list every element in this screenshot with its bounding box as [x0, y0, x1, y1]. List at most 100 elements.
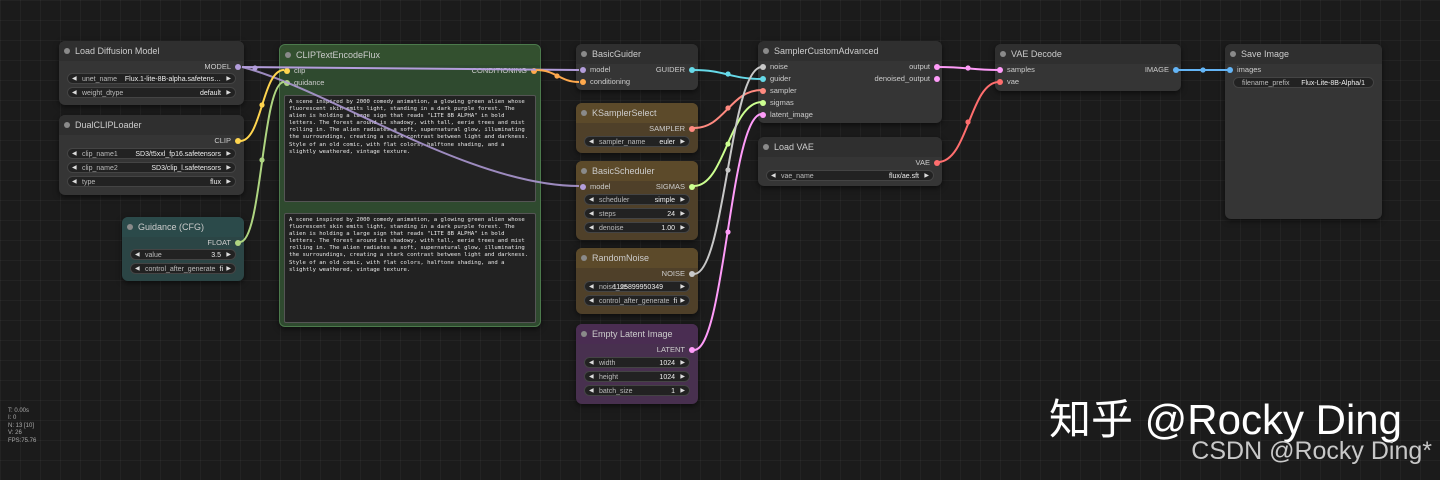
- node-random-noise[interactable]: RandomNoise NOISE ◀ noise_se 1125899950349…: [576, 248, 698, 314]
- node-save-image[interactable]: Save Image images filename_prefix Flux-Li…: [1225, 44, 1382, 219]
- collapse-dot-icon[interactable]: [581, 110, 587, 116]
- arrow-right-icon[interactable]: ▶: [680, 358, 685, 367]
- arrow-left-icon[interactable]: ◀: [771, 171, 776, 180]
- input-latent-image[interactable]: latent_image: [760, 110, 813, 120]
- arrow-right-icon[interactable]: ▶: [680, 209, 685, 218]
- node-basic-scheduler[interactable]: BasicScheduler model SIGMAS ◀ scheduler si…: [576, 161, 698, 240]
- output-pin-icon[interactable]: [235, 240, 241, 246]
- node-title[interactable]: KSamplerSelect: [576, 103, 698, 123]
- arrow-right-icon[interactable]: ▶: [226, 177, 231, 186]
- arrow-right-icon[interactable]: ▶: [680, 372, 685, 381]
- input-noise[interactable]: noise: [760, 62, 788, 72]
- input-pin-icon[interactable]: [284, 68, 290, 74]
- collapse-dot-icon[interactable]: [64, 122, 70, 128]
- input-images[interactable]: images: [1227, 65, 1261, 75]
- arrow-right-icon[interactable]: ▶: [226, 74, 231, 83]
- widget-width[interactable]: ◀ width 1024 ▶: [584, 357, 690, 368]
- arrow-left-icon[interactable]: ◀: [589, 358, 594, 367]
- input-pin-icon[interactable]: [580, 79, 586, 85]
- widget-batch-size[interactable]: ◀ batch_size 1 ▶: [584, 385, 690, 396]
- input-pin-icon[interactable]: [760, 100, 766, 106]
- collapse-dot-icon[interactable]: [1000, 51, 1006, 57]
- widget-sampler-name[interactable]: ◀ sampler_name euler ▶: [584, 136, 690, 147]
- input-pin-icon[interactable]: [760, 64, 766, 70]
- node-guidance-cfg[interactable]: Guidance (CFG) FLOAT ◀ value 3.5 ▶ ◀ control…: [122, 217, 244, 281]
- widget-scheduler[interactable]: ◀ scheduler simple ▶: [584, 194, 690, 205]
- arrow-right-icon[interactable]: ▶: [226, 264, 231, 273]
- node-title[interactable]: CLIPTextEncodeFlux: [280, 45, 540, 65]
- arrow-left-icon[interactable]: ◀: [72, 149, 77, 158]
- collapse-dot-icon[interactable]: [1230, 51, 1236, 57]
- arrow-right-icon[interactable]: ▶: [680, 223, 685, 232]
- node-dual-clip-loader[interactable]: DualCLIPLoader CLIP ◀ clip_name1 SD3/t5xxl…: [59, 115, 244, 195]
- output-pin-icon[interactable]: [934, 160, 940, 166]
- widget-type[interactable]: ◀ type flux ▶: [67, 176, 236, 187]
- arrow-right-icon[interactable]: ▶: [680, 386, 685, 395]
- arrow-left-icon[interactable]: ◀: [589, 137, 594, 146]
- widget-clip-name2[interactable]: ◀ clip_name2 SD3/clip_l.safetensors ▶: [67, 162, 236, 173]
- node-title[interactable]: SamplerCustomAdvanced: [758, 41, 942, 61]
- node-title[interactable]: VAE Decode: [995, 44, 1181, 64]
- widget-denoise[interactable]: ◀ denoise 1.00 ▶: [584, 222, 690, 233]
- input-model[interactable]: model: [580, 65, 610, 75]
- widget-control-after-generate[interactable]: ◀ control_after_generate fi ▶: [584, 295, 690, 306]
- node-title[interactable]: Load VAE: [758, 137, 942, 157]
- collapse-dot-icon[interactable]: [64, 48, 70, 54]
- collapse-dot-icon[interactable]: [127, 224, 133, 230]
- arrow-right-icon[interactable]: ▶: [226, 149, 231, 158]
- arrow-left-icon[interactable]: ◀: [135, 250, 140, 259]
- output-pin-icon[interactable]: [235, 64, 241, 70]
- arrow-left-icon[interactable]: ◀: [589, 195, 594, 204]
- node-sampler-custom-advanced[interactable]: SamplerCustomAdvanced noise guider sampl…: [758, 41, 942, 123]
- collapse-dot-icon[interactable]: [763, 48, 769, 54]
- node-title[interactable]: Empty Latent Image: [576, 324, 698, 344]
- arrow-left-icon[interactable]: ◀: [72, 74, 77, 83]
- arrow-right-icon[interactable]: ▶: [680, 282, 685, 291]
- input-pin-icon[interactable]: [580, 184, 586, 190]
- arrow-right-icon[interactable]: ▶: [924, 171, 929, 180]
- node-title[interactable]: Guidance (CFG): [122, 217, 244, 237]
- collapse-dot-icon[interactable]: [581, 255, 587, 261]
- output-pin-icon[interactable]: [689, 67, 695, 73]
- input-sampler[interactable]: sampler: [760, 86, 797, 96]
- input-guidance[interactable]: guidance: [284, 78, 324, 88]
- arrow-left-icon[interactable]: ◀: [589, 282, 594, 291]
- widget-guidance-value[interactable]: ◀ value 3.5 ▶: [130, 249, 236, 260]
- prompt-t5xxl-textarea[interactable]: A scene inspired by 2000 comedy animatio…: [284, 213, 536, 323]
- collapse-dot-icon[interactable]: [763, 144, 769, 150]
- input-pin-icon[interactable]: [997, 67, 1003, 73]
- output-sampler[interactable]: SAMPLER: [649, 124, 695, 134]
- input-model[interactable]: model: [580, 182, 610, 192]
- output-latent[interactable]: LATENT: [657, 345, 695, 355]
- widget-unet-name[interactable]: ◀ unet_name Flux.1-lite-8B-alpha.safetens……: [67, 73, 236, 84]
- arrow-right-icon[interactable]: ▶: [680, 195, 685, 204]
- node-load-diffusion-model[interactable]: Load Diffusion Model MODEL ◀ unet_name Flu…: [59, 41, 244, 105]
- node-load-vae[interactable]: Load VAE VAE ◀ vae_name flux/ae.sft ▶: [758, 137, 942, 186]
- node-title[interactable]: RandomNoise: [576, 248, 698, 268]
- output-conditioning[interactable]: CONDITIONING: [472, 66, 537, 76]
- arrow-left-icon[interactable]: ◀: [589, 209, 594, 218]
- widget-control-after-generate[interactable]: ◀ control_after_generate fi ▶: [130, 263, 236, 274]
- input-pin-icon[interactable]: [580, 67, 586, 73]
- widget-vae-name[interactable]: ◀ vae_name flux/ae.sft ▶: [766, 170, 934, 181]
- collapse-dot-icon[interactable]: [285, 52, 291, 58]
- arrow-right-icon[interactable]: ▶: [226, 163, 231, 172]
- output-image[interactable]: IMAGE: [1145, 65, 1179, 75]
- input-guider[interactable]: guider: [760, 74, 791, 84]
- input-pin-icon[interactable]: [284, 80, 290, 86]
- output-clip[interactable]: CLIP: [214, 136, 241, 146]
- node-title[interactable]: BasicScheduler: [576, 161, 698, 181]
- node-ksampler-select[interactable]: KSamplerSelect SAMPLER ◀ sampler_name eule…: [576, 103, 698, 153]
- output-pin-icon[interactable]: [531, 68, 537, 74]
- output-denoised-output[interactable]: denoised_output: [875, 74, 940, 84]
- arrow-left-icon[interactable]: ◀: [589, 296, 594, 305]
- node-vae-decode[interactable]: VAE Decode samples vae IMAGE: [995, 44, 1181, 91]
- output-float[interactable]: FLOAT: [207, 238, 241, 248]
- output-pin-icon[interactable]: [235, 138, 241, 144]
- output-sigmas[interactable]: SIGMAS: [656, 182, 695, 192]
- arrow-left-icon[interactable]: ◀: [589, 386, 594, 395]
- widget-clip-name1[interactable]: ◀ clip_name1 SD3/t5xxl_fp16.safetensors ▶: [67, 148, 236, 159]
- arrow-right-icon[interactable]: ▶: [680, 296, 685, 305]
- prompt-clip-l-textarea[interactable]: A scene inspired by 2000 comedy animatio…: [284, 95, 536, 202]
- arrow-right-icon[interactable]: ▶: [226, 250, 231, 259]
